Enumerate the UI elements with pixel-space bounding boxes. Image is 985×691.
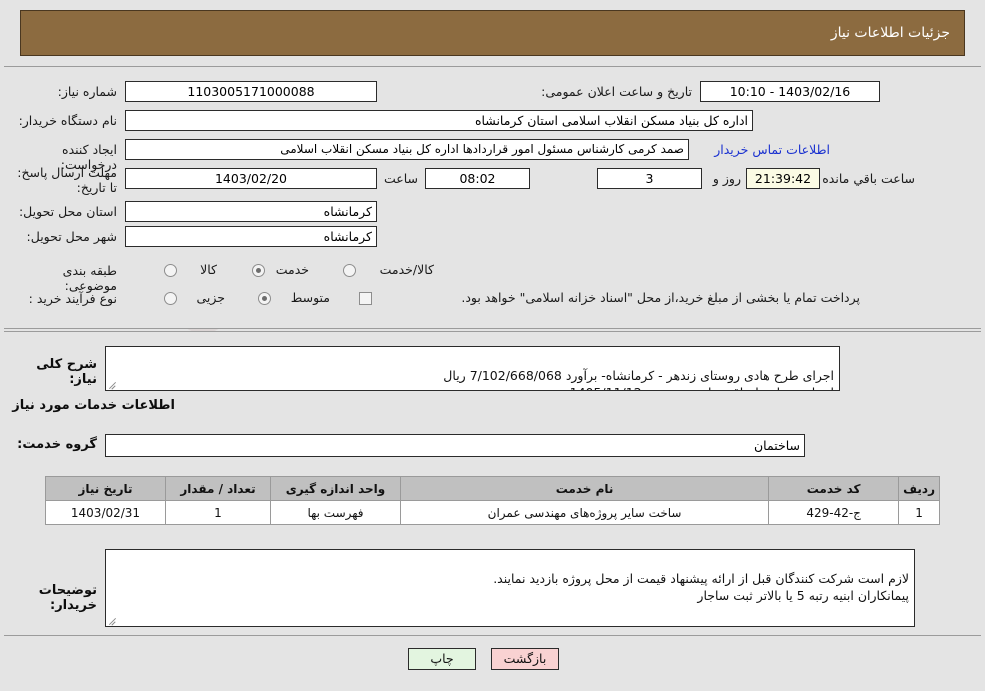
need-number-value: 1103005171000088 [125, 81, 377, 102]
services-section-title: اطلاعات خدمات مورد نیاز [12, 398, 175, 413]
cell-need-date: 1403/02/31 [45, 500, 166, 525]
radio-purchase-minor-label: جزیی [196, 290, 225, 305]
buyer-org-label: نام دستگاه خریدار: [18, 113, 117, 128]
deadline-date-value: 1403/02/20 [125, 168, 377, 189]
service-group-label: گروه خدمت: [17, 437, 97, 452]
radio-category-goods-label: کالا [200, 262, 217, 277]
announce-datetime-label: تاریخ و ساعت اعلان عمومی: [541, 84, 692, 99]
delivery-city-label: شهر محل تحویل: [26, 229, 117, 244]
cell-row-number: 1 [898, 500, 940, 525]
buyer-org-value: اداره کل بنیاد مسکن انقلاب اسلامی استان … [125, 110, 753, 131]
radio-category-service[interactable] [252, 264, 265, 277]
buyer-notes-label: توضیحات خریدار: [38, 583, 97, 613]
purchase-process-label: نوع فرآیند خرید : [28, 291, 117, 306]
buyer-contact-link[interactable]: اطلاعات تماس خریدار [714, 142, 830, 157]
print-button[interactable]: چاپ [408, 648, 476, 670]
delivery-city-value: کرمانشاه [125, 226, 377, 247]
col-need-date: تاریخ نیاز [45, 476, 166, 501]
cell-quantity: 1 [165, 500, 271, 525]
col-service-name: نام خدمت [399, 476, 770, 501]
radio-category-goods-service-label: کالا/خدمت [379, 262, 434, 277]
subject-category-label: طبقه بندی موضوعی: [62, 263, 117, 293]
remaining-days-label: روز و [712, 171, 741, 186]
radio-purchase-minor[interactable] [164, 292, 177, 305]
deadline-time-value: 08:02 [425, 168, 530, 189]
back-button[interactable]: بازگشت [491, 648, 559, 670]
resize-grip-icon[interactable] [108, 379, 118, 389]
request-creator-value: صمد کرمی کارشناس مسئول امور قراردادها اد… [125, 139, 689, 160]
service-group-value: ساختمان [105, 434, 805, 457]
response-deadline-label: مهلت ارسال پاسخ: تا تاریخ: [17, 165, 117, 195]
col-service-code: کد خدمت [768, 476, 900, 501]
treasury-documents-note: پرداخت تمام یا بخشی از مبلغ خرید،از محل … [461, 290, 860, 305]
buyer-notes-value: لازم است شرکت کنندگان قبل از ارائه پیشنه… [493, 571, 909, 603]
services-table: ردیف کد خدمت نام خدمت واحد اندازه گیری ت… [45, 476, 940, 525]
page-title-bar: جزئیات اطلاعات نیاز [20, 10, 965, 56]
cell-unit: فهرست بها [270, 500, 401, 525]
table-header-row: ردیف کد خدمت نام خدمت واحد اندازه گیری ت… [45, 476, 940, 501]
announce-datetime-value: 1403/02/16 - 10:10 [700, 81, 880, 102]
table-row: 1 ج-42-429 ساخت سایر پروژه‌های مهندسی عم… [45, 500, 940, 525]
page-title: جزئیات اطلاعات نیاز [830, 25, 950, 41]
radio-category-goods-service[interactable] [343, 264, 356, 277]
delivery-province-value: کرمانشاه [125, 201, 377, 222]
cell-service-name: ساخت سایر پروژه‌های مهندسی عمران [399, 500, 770, 525]
radio-purchase-medium-label: متوسط [290, 290, 330, 305]
radio-purchase-medium[interactable] [258, 292, 271, 305]
deadline-hour-label: ساعت [383, 171, 418, 186]
delivery-province-label: استان محل تحویل: [18, 204, 117, 219]
buyer-notes-text[interactable]: لازم است شرکت کنندگان قبل از ارائه پیشنه… [105, 549, 915, 627]
page-root: جزئیات اطلاعات نیاز AriaTender.net شماره… [0, 0, 985, 691]
need-number-label: شماره نیاز: [57, 84, 117, 99]
col-unit: واحد اندازه گیری [270, 476, 401, 501]
remaining-time-label: ساعت باقي مانده [822, 171, 915, 186]
general-description-value: اجرای طرح هادی روستای زندهر - کرمانشاه- … [443, 368, 834, 390]
cell-service-code: ج-42-429 [768, 500, 900, 525]
remaining-time-value: 21:39:42 [746, 168, 820, 189]
general-description-text[interactable]: اجرای طرح هادی روستای زندهر - کرمانشاه- … [105, 346, 840, 391]
col-quantity: تعداد / مقدار [165, 476, 271, 501]
general-description-label: شرح کلی نیاز: [36, 357, 97, 387]
radio-category-service-label: خدمت [275, 262, 309, 277]
radio-category-goods[interactable] [164, 264, 177, 277]
resize-grip-icon-notes[interactable] [108, 615, 118, 625]
col-row-number: ردیف [898, 476, 940, 501]
remaining-days-value: 3 [597, 168, 702, 189]
checkbox-treasury-documents[interactable] [359, 292, 372, 305]
